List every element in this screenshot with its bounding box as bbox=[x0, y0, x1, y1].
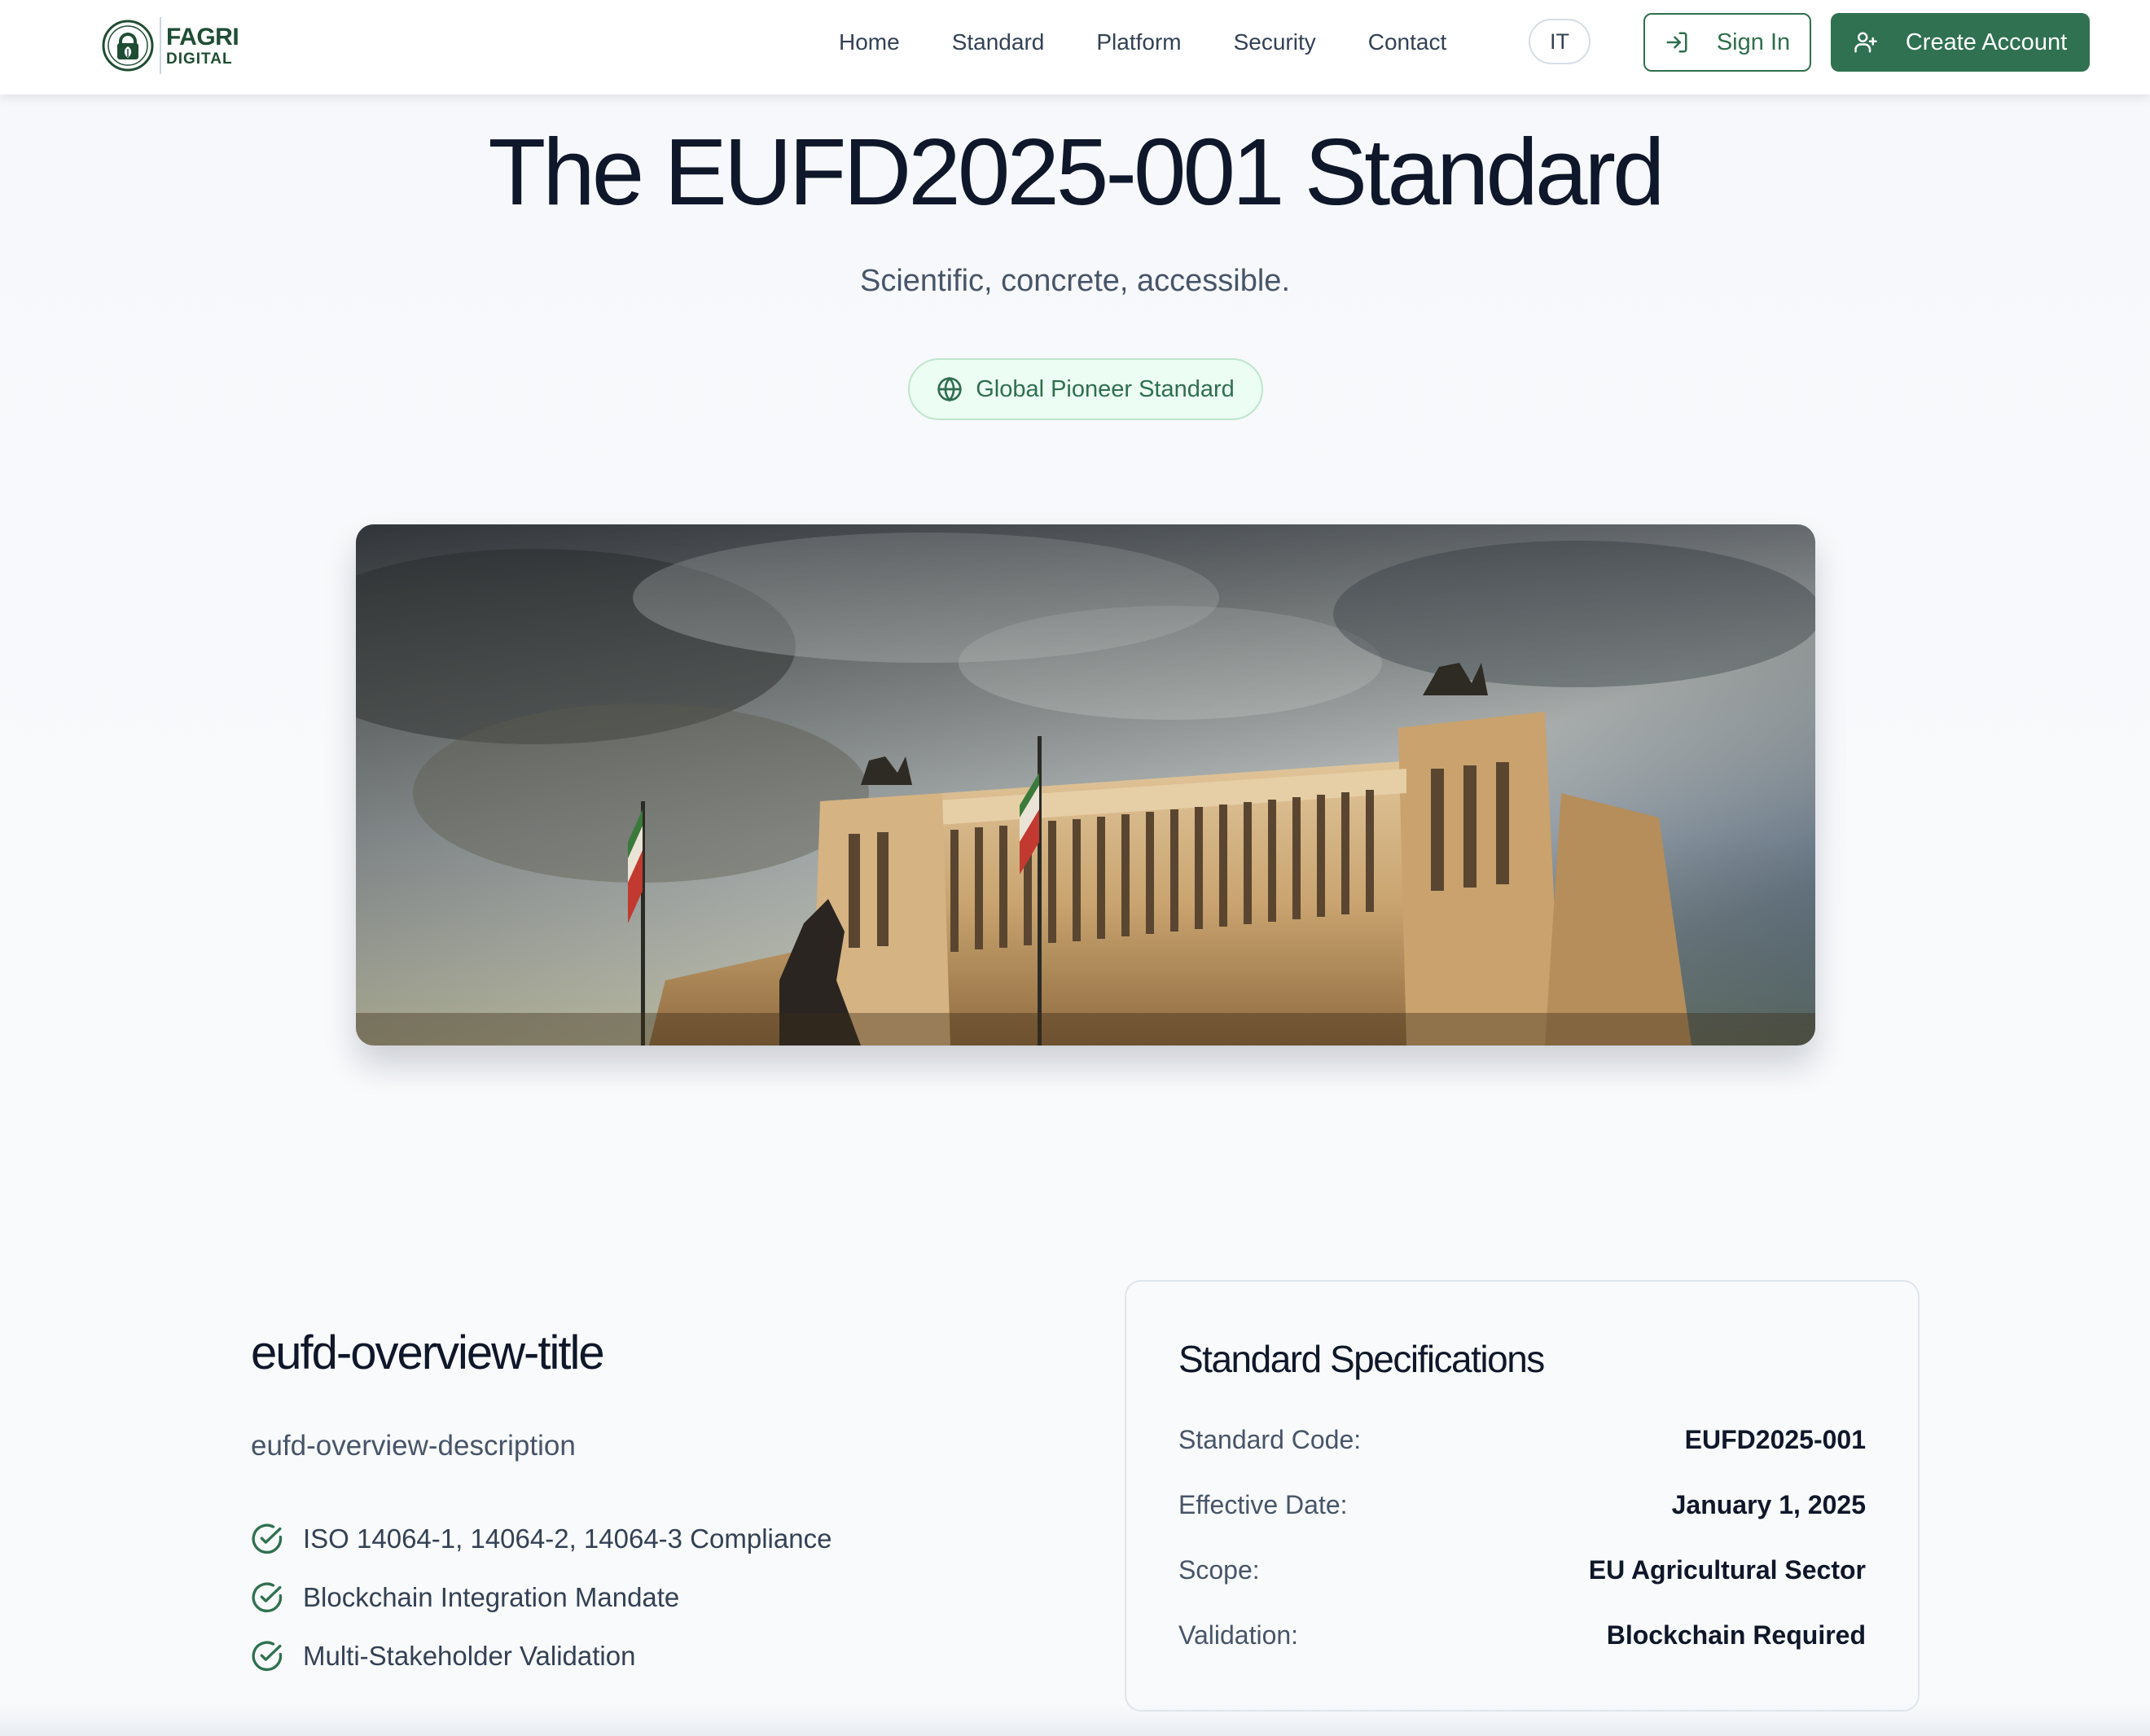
create-account-button[interactable]: Create Account bbox=[1831, 13, 2090, 72]
nav-link-standard[interactable]: Standard bbox=[952, 29, 1045, 55]
list-item: Multi-Stakeholder Validation bbox=[251, 1627, 831, 1686]
spec-value: Blockchain Required bbox=[1606, 1620, 1866, 1650]
spec-value: EU Agricultural Sector bbox=[1588, 1555, 1866, 1585]
spec-label: Validation: bbox=[1178, 1620, 1299, 1650]
pioneer-badge: Global Pioneer Standard bbox=[908, 358, 1263, 420]
logo-divider bbox=[160, 17, 161, 74]
page-title: The EUFD2025-001 Standard bbox=[488, 119, 1665, 225]
vittoriano-photo bbox=[356, 524, 1815, 1046]
feature-label: Blockchain Integration Mandate bbox=[303, 1582, 680, 1612]
spec-value: EUFD2025-001 bbox=[1684, 1425, 1866, 1454]
logo-wordmark: FAGRI DIGITAL bbox=[166, 23, 239, 68]
sign-in-button[interactable]: Sign In bbox=[1643, 13, 1811, 72]
feature-label: Multi-Stakeholder Validation bbox=[303, 1641, 636, 1671]
sign-in-icon bbox=[1666, 32, 1687, 53]
overview-title: eufd-overview-title bbox=[251, 1326, 605, 1379]
brand-logo[interactable]: FAGRI DIGITAL bbox=[101, 15, 239, 77]
main-nav: Home Standard Platform Security Contact bbox=[839, 0, 1498, 85]
page-subtitle: Scientific, concrete, accessible. bbox=[859, 264, 1290, 298]
logo-seal-icon bbox=[102, 20, 154, 72]
feature-label: ISO 14064-1, 14064-2, 14064-3 Compliance bbox=[303, 1523, 832, 1554]
spec-row-effective-date: Effective Date: January 1, 2025 bbox=[1178, 1490, 1866, 1520]
check-circle-icon bbox=[252, 1523, 283, 1554]
spec-row-standard-code: Standard Code: EUFD2025-001 bbox=[1178, 1425, 1866, 1455]
globe-icon bbox=[937, 376, 962, 402]
create-account-label: Create Account bbox=[1905, 28, 2068, 55]
nav-link-home[interactable]: Home bbox=[839, 29, 900, 55]
list-item: Blockchain Integration Mandate bbox=[251, 1568, 831, 1627]
list-item: ISO 14064-1, 14064-2, 14064-3 Compliance bbox=[251, 1510, 831, 1568]
logo-text-line2: DIGITAL bbox=[166, 50, 233, 68]
overview-description: eufd-overview-description bbox=[251, 1430, 576, 1462]
spec-row-validation: Validation: Blockchain Required bbox=[1178, 1620, 1866, 1651]
section-bottom-edge bbox=[0, 1703, 2150, 1736]
spec-label: Effective Date: bbox=[1178, 1490, 1348, 1519]
user-plus-icon bbox=[1854, 32, 1877, 53]
spec-row-scope: Scope: EU Agricultural Sector bbox=[1178, 1555, 1866, 1585]
sign-in-label: Sign In bbox=[1716, 28, 1791, 55]
nav-link-security[interactable]: Security bbox=[1234, 29, 1316, 55]
hero-image-monument bbox=[356, 524, 1815, 1046]
language-toggle-button[interactable]: IT bbox=[1529, 19, 1591, 64]
nav-link-platform[interactable]: Platform bbox=[1096, 29, 1181, 55]
spec-value: January 1, 2025 bbox=[1671, 1490, 1866, 1519]
logo-text-line1: FAGRI bbox=[166, 23, 239, 50]
check-circle-icon bbox=[252, 1582, 283, 1613]
check-circle-icon bbox=[252, 1641, 283, 1672]
spec-label: Standard Code: bbox=[1178, 1425, 1362, 1454]
spec-card-title: Standard Specifications bbox=[1178, 1338, 1545, 1380]
nav-link-contact[interactable]: Contact bbox=[1368, 29, 1447, 55]
pioneer-badge-label: Global Pioneer Standard bbox=[976, 375, 1235, 402]
standard-specifications-card: Standard Specifications Standard Code: E… bbox=[1125, 1280, 1920, 1712]
spec-label: Scope: bbox=[1178, 1555, 1260, 1585]
top-navbar: FAGRI DIGITAL Home Standard Platform Sec… bbox=[0, 0, 2150, 94]
overview-feature-list: ISO 14064-1, 14064-2, 14064-3 Compliance… bbox=[251, 1510, 831, 1686]
